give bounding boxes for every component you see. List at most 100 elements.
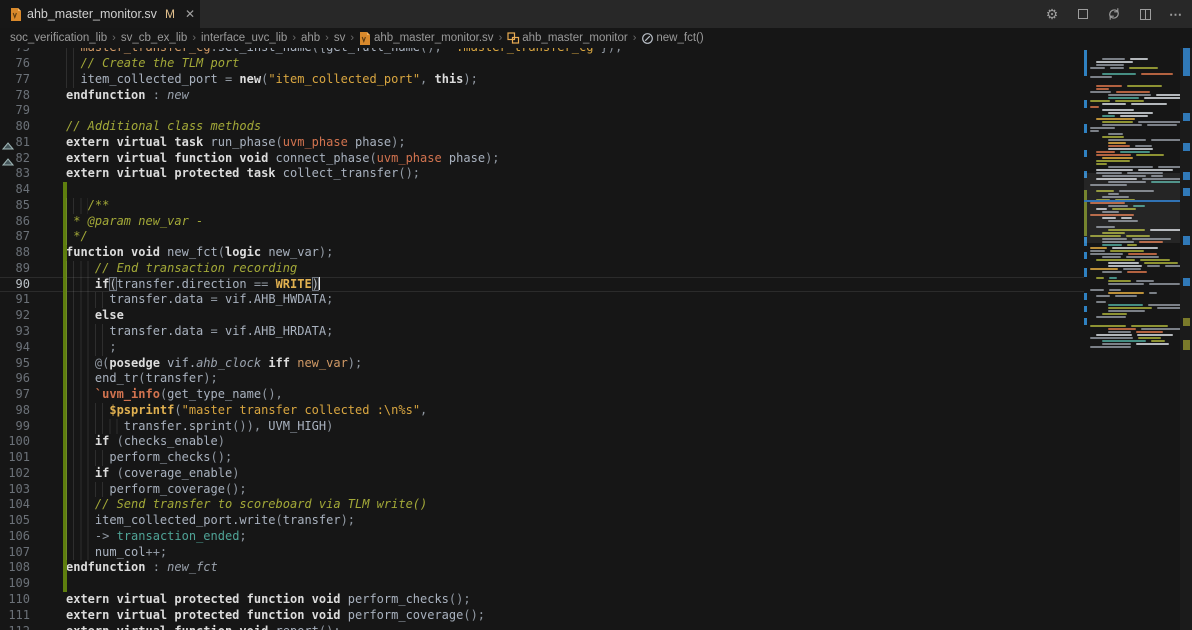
code-line-84[interactable]: 84 [0, 182, 1084, 198]
breadcrumb-item-sv-cb-ex-lib[interactable]: sv_cb_ex_lib [121, 32, 187, 44]
code-line-87[interactable]: 87 */ [0, 229, 1084, 245]
gutter-line-number[interactable]: 99 [0, 419, 30, 435]
code-line-83[interactable]: 83extern virtual protected task collect_… [0, 166, 1084, 182]
gutter-line-number[interactable]: 88 [0, 245, 30, 261]
gutter-line-number[interactable]: 112 [0, 624, 30, 630]
code-line-112[interactable]: 112extern virtual function void report()… [0, 624, 1084, 630]
code-line-98[interactable]: 98 $psprintf("master transfer collected … [0, 403, 1084, 419]
code-line-96[interactable]: 96 end_tr(transfer); [0, 371, 1084, 387]
gutter-line-number[interactable]: 102 [0, 466, 30, 482]
gutter-line-number[interactable]: 75 [0, 48, 30, 56]
minimap-line [1126, 256, 1158, 258]
gutter-line-number[interactable]: 83 [0, 166, 30, 182]
square-icon[interactable] [1075, 6, 1091, 22]
gutter-line-number[interactable]: 97 [0, 387, 30, 403]
code-line-103[interactable]: 103 perform_coverage(); [0, 482, 1084, 498]
gutter-line-number[interactable]: 86 [0, 214, 30, 230]
code-line-81[interactable]: 81extern virtual task run_phase(uvm_phas… [0, 135, 1084, 151]
minimap-line [1141, 73, 1173, 75]
gutter-line-number[interactable]: 80 [0, 119, 30, 135]
code-line-94[interactable]: 94 ; [0, 340, 1084, 356]
code-line-99[interactable]: 99 transfer.sprint()), UVM_HIGH) [0, 419, 1084, 435]
gutter-line-number[interactable]: 104 [0, 497, 30, 513]
gutter-line-number[interactable]: 89 [0, 261, 30, 277]
code-line-104[interactable]: 104 // Send transfer to scoreboard via T… [0, 497, 1084, 513]
code-line-109[interactable]: 109 [0, 576, 1084, 592]
breadcrumb-item-ahb-master-monitor-sv[interactable]: ahb_master_monitor.sv [359, 32, 494, 45]
code-line-100[interactable]: 100 if (checks_enable) [0, 434, 1084, 450]
gutter-line-number[interactable]: 92 [0, 308, 30, 324]
gutter-line-number[interactable]: 105 [0, 513, 30, 529]
code-line-92[interactable]: 92 else [0, 308, 1084, 324]
open-changes-icon[interactable] [1106, 6, 1122, 22]
gutter-line-number[interactable]: 109 [0, 576, 30, 592]
gutter-line-number[interactable]: 79 [0, 103, 30, 119]
gutter-line-number[interactable]: 78 [0, 88, 30, 104]
gutter-line-number[interactable]: 108 [0, 560, 30, 576]
code-line-110[interactable]: 110 extern virtual protected function voi… [0, 592, 1084, 608]
code-line-95[interactable]: 95 @(posedge vif.ahb_clock iff new_var); [0, 356, 1084, 372]
code-line-101[interactable]: 101 perform_checks(); [0, 450, 1084, 466]
more-actions-icon[interactable]: ⋯ [1168, 6, 1184, 22]
gutter-line-number[interactable]: 110 [0, 592, 30, 608]
code-line-79[interactable]: 79 [0, 103, 1084, 119]
code-token: extern virtual protected function void [66, 592, 348, 606]
split-editor-icon[interactable] [1137, 6, 1153, 22]
code-line-108[interactable]: 108endfunction : new_fct [0, 560, 1084, 576]
gutter-line-number[interactable]: 77 [0, 72, 30, 88]
editor[interactable]: 75 master_transfer_cg.set_inst_name({get… [0, 48, 1084, 630]
gutter-line-number[interactable]: 95 [0, 356, 30, 372]
code-line-105[interactable]: 105 item_collected_port.write(transfer); [0, 513, 1084, 529]
code-line-80[interactable]: 80// Additional class methods [0, 119, 1084, 135]
code-line-111[interactable]: 111extern virtual protected function voi… [0, 608, 1084, 624]
code-line-82[interactable]: 82extern virtual function void connect_p… [0, 151, 1084, 167]
minimap-slider[interactable] [1084, 173, 1180, 243]
gutter-line-number[interactable]: 93 [0, 324, 30, 340]
tab-ahb-master-monitor[interactable]: ahb_master_monitor.sv M ✕ [0, 0, 200, 28]
overview-ruler[interactable] [1180, 48, 1192, 630]
gutter-line-number[interactable]: 98 [0, 403, 30, 419]
code-line-86[interactable]: 86 * @param new_var - [0, 214, 1084, 230]
code-token: = [211, 324, 225, 338]
breadcrumb-item-soc-verification-lib[interactable]: soc_verification_lib [10, 32, 107, 44]
code-line-88[interactable]: 88function void new_fct(logic new_var); [0, 245, 1084, 261]
gutter-line-number[interactable]: 90 [0, 277, 30, 293]
gutter-line-number[interactable]: 107 [0, 545, 30, 561]
code-line-85[interactable]: 85 /** [0, 198, 1084, 214]
gutter-line-number[interactable]: 94 [0, 340, 30, 356]
gutter-line-number[interactable]: 87 [0, 229, 30, 245]
gutter-line-number[interactable]: 84 [0, 182, 30, 198]
code-line-76[interactable]: 76 // Create the TLM port [0, 56, 1084, 72]
breadcrumb-item-ahb-master-monitor[interactable]: ahb_master_monitor [507, 32, 627, 45]
gutter-line-number[interactable]: 111 [0, 608, 30, 624]
glyph-triangle-icon[interactable] [2, 155, 14, 163]
code-line-93[interactable]: 93 transfer.data = vif.AHB_HRDATA; [0, 324, 1084, 340]
code-line-106[interactable]: 106 -> transaction_ended; [0, 529, 1084, 545]
code-line-77[interactable]: 77 item_collected_port = new("item_colle… [0, 72, 1084, 88]
code-line-89[interactable]: 89 // End transaction recording [0, 261, 1084, 277]
code-line-97[interactable]: 97 `uvm_info(get_type_name(), [0, 387, 1084, 403]
code-line-91[interactable]: 91 transfer.data = vif.AHB_HWDATA; [0, 292, 1084, 308]
gutter-line-number[interactable]: 96 [0, 371, 30, 387]
code-token: transaction_ended [117, 529, 240, 543]
gutter-line-number[interactable]: 106 [0, 529, 30, 545]
settings-gear-icon[interactable]: ⚙ [1044, 6, 1060, 22]
breadcrumb-item-interface-uvc-lib[interactable]: interface_uvc_lib [201, 32, 287, 44]
breadcrumb-item-ahb[interactable]: ahb [301, 32, 320, 44]
gutter-line-number[interactable]: 91 [0, 292, 30, 308]
minimap[interactable] [1084, 48, 1180, 630]
code-line-78[interactable]: 78endfunction : new [0, 88, 1084, 104]
gutter-line-number[interactable]: 76 [0, 56, 30, 72]
gutter-line-number[interactable]: 100 [0, 434, 30, 450]
glyph-triangle-icon[interactable] [2, 139, 14, 147]
gutter-line-number[interactable]: 101 [0, 450, 30, 466]
code-line-75[interactable]: 75 master_transfer_cg.set_inst_name({get… [0, 48, 1084, 56]
gutter-line-number[interactable]: 85 [0, 198, 30, 214]
breadcrumb-item-new-fct-[interactable]: new_fct() [641, 32, 703, 45]
code-line-107[interactable]: 107 num_col++; [0, 545, 1084, 561]
code-line-102[interactable]: 102 if (coverage_enable) [0, 466, 1084, 482]
breadcrumb-item-sv[interactable]: sv [334, 32, 346, 44]
code-line-90[interactable]: 90 if(transfer.direction == WRITE) [0, 277, 1084, 293]
gutter-line-number[interactable]: 103 [0, 482, 30, 498]
tab-close-icon[interactable]: ✕ [185, 8, 195, 20]
